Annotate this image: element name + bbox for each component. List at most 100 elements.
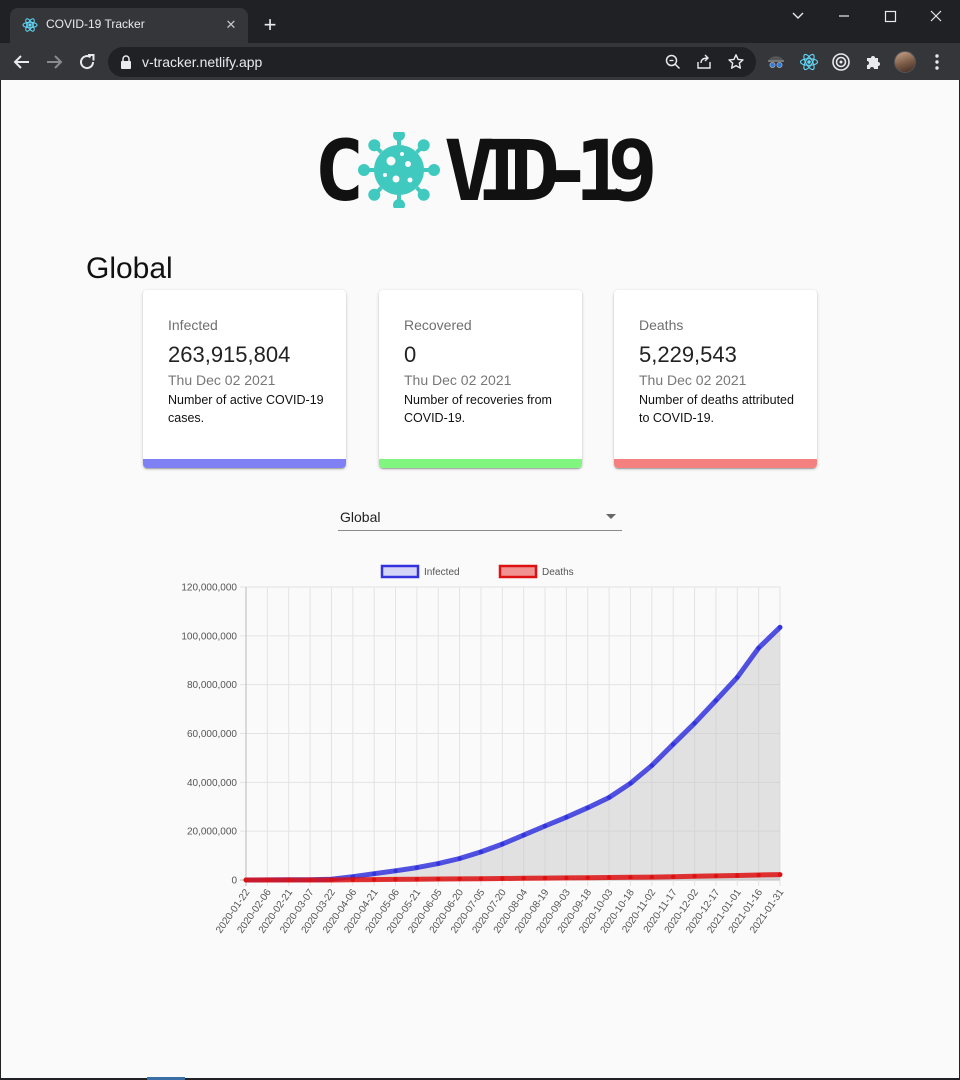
maximize-icon[interactable] <box>876 5 904 27</box>
data-point-infected <box>436 861 441 866</box>
data-point-deaths <box>478 876 484 881</box>
card-date: Thu Dec 02 2021 <box>639 372 747 388</box>
new-tab-button[interactable]: + <box>258 14 282 38</box>
card-value: 263,915,804 <box>168 342 291 367</box>
y-tick-label: 20,000,000 <box>187 827 237 838</box>
data-point-deaths <box>671 874 676 880</box>
card-description: Number of deaths attributed to COVID-19. <box>639 393 794 425</box>
data-point-deaths <box>585 875 590 880</box>
legend-swatch-deaths <box>498 564 538 579</box>
card-date: Thu Dec 02 2021 <box>404 372 512 388</box>
spy-extension-icon[interactable] <box>766 52 786 72</box>
extensions-puzzle-icon[interactable] <box>863 52 883 72</box>
infected-card: Infected 263,915,804 Thu Dec 02 2021 Num… <box>143 290 346 468</box>
data-point-deaths <box>307 877 313 883</box>
y-tick-label: 0 <box>231 876 237 887</box>
data-point-deaths <box>265 877 270 883</box>
deaths-card: Deaths 5,229,543 Thu Dec 02 2021 Number … <box>614 290 817 468</box>
data-point-infected <box>606 795 612 800</box>
data-point-deaths <box>735 873 740 878</box>
data-point-infected <box>585 805 590 810</box>
data-point-infected <box>542 823 548 829</box>
virus-icon <box>358 132 440 208</box>
data-point-deaths <box>564 875 569 881</box>
data-point-infected <box>521 832 526 838</box>
page-content: C VID-19 Global Infected 263,915,804 Thu… <box>1 80 959 1078</box>
url-text[interactable]: v-tracker.netlify.app <box>142 54 262 70</box>
legend-swatch-infected <box>380 564 420 579</box>
lock-icon[interactable] <box>120 55 132 69</box>
target-extension-icon[interactable] <box>831 52 851 72</box>
share-icon[interactable] <box>695 53 713 71</box>
data-point-deaths <box>414 876 420 882</box>
section-title: Global <box>86 252 173 285</box>
data-point-deaths <box>371 877 377 882</box>
data-point-deaths <box>436 876 441 882</box>
card-label: Infected <box>168 317 218 333</box>
tab-close-icon[interactable]: ✕ <box>222 16 240 34</box>
card-accent-bar <box>614 459 817 468</box>
data-point-deaths <box>350 877 355 883</box>
y-tick-label: 120,000,000 <box>181 583 237 594</box>
dropdown-arrow-icon[interactable] <box>606 514 616 519</box>
legend-label-infected: Infected <box>424 567 460 578</box>
data-point-deaths <box>243 877 249 883</box>
data-point-deaths <box>756 872 761 878</box>
data-point-infected <box>649 763 655 768</box>
profile-avatar[interactable] <box>894 51 916 73</box>
close-window-icon[interactable] <box>922 5 950 27</box>
browser-tab[interactable]: COVID-19 Tracker ✕ <box>10 8 248 43</box>
card-date: Thu Dec 02 2021 <box>168 372 276 388</box>
minimize-icon[interactable] <box>830 5 858 27</box>
bookmark-star-icon[interactable] <box>727 53 745 71</box>
tab-search-icon[interactable] <box>784 5 812 27</box>
card-description: Number of recoveries from COVID-19. <box>404 393 552 425</box>
card-label: Recovered <box>404 317 472 333</box>
data-point-infected <box>478 849 484 855</box>
card-label: Deaths <box>639 317 684 333</box>
data-point-infected <box>457 856 462 861</box>
y-tick-label: 100,000,000 <box>181 631 237 642</box>
data-point-deaths <box>393 877 398 882</box>
back-icon[interactable] <box>10 50 34 74</box>
data-point-deaths <box>286 877 291 883</box>
data-point-deaths <box>692 874 697 879</box>
data-point-deaths <box>329 877 334 883</box>
y-tick-label: 80,000,000 <box>187 680 237 691</box>
card-accent-bar <box>379 459 582 468</box>
country-select[interactable]: Global <box>338 502 622 531</box>
recovered-card: Recovered 0 Thu Dec 02 2021 Number of re… <box>379 290 582 468</box>
data-point-deaths <box>777 872 783 877</box>
data-point-deaths <box>713 873 719 879</box>
covid-19-logo: C VID-19 <box>314 132 654 208</box>
data-point-infected <box>393 868 398 874</box>
data-point-infected <box>777 625 783 630</box>
data-point-deaths <box>500 876 505 881</box>
card-value: 5,229,543 <box>639 342 737 367</box>
address-bar[interactable]: v-tracker.netlify.app <box>108 47 756 77</box>
data-point-deaths <box>628 875 633 880</box>
svg-text:VID-19: VID-19 <box>444 132 654 208</box>
react-icon <box>22 18 38 32</box>
data-point-infected <box>371 871 377 876</box>
logo-letter-c: C <box>314 132 361 208</box>
tab-title: COVID-19 Tracker <box>46 17 145 31</box>
zoom-icon[interactable] <box>664 53 682 71</box>
daily-data-chart: 120,000,000 100,000,000 80,000,000 60,000,0… <box>181 564 787 936</box>
data-point-infected <box>692 721 697 726</box>
browser-toolbar: v-tracker.netlify.app <box>0 43 960 80</box>
reload-icon[interactable] <box>75 50 99 74</box>
data-point-deaths <box>521 876 526 881</box>
tab-strip: COVID-19 Tracker ✕ + <box>0 0 960 43</box>
menu-kebab-icon[interactable] <box>927 52 947 72</box>
react-devtools-icon[interactable] <box>799 52 819 72</box>
legend-label-deaths: Deaths <box>542 567 574 578</box>
data-point-infected <box>564 815 569 820</box>
data-point-infected <box>671 742 676 747</box>
data-point-infected <box>735 675 740 680</box>
data-point-deaths <box>649 874 655 880</box>
country-select-value[interactable]: Global <box>340 509 380 525</box>
forward-icon[interactable] <box>42 50 66 74</box>
data-point-infected <box>713 698 719 703</box>
data-point-deaths <box>457 876 462 882</box>
